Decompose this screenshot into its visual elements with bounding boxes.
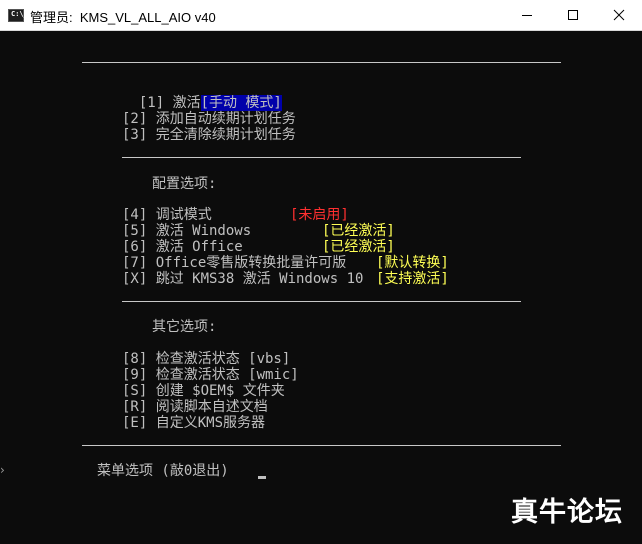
menu-item-6-status: [已经激活] [322, 239, 395, 255]
menu-item-x-status: [支持激活] [376, 271, 449, 287]
divider-2 [122, 301, 521, 302]
console-app-icon[interactable]: C:\_ [8, 9, 28, 22]
menu-item-3[interactable]: [3] 完全清除续期计划任务 [122, 127, 296, 143]
menu-item-6-label[interactable]: [6] 激活 Office [122, 239, 243, 255]
close-button[interactable] [596, 0, 642, 30]
menu-item-1-label: [1] 激活 [138, 95, 201, 111]
menu-item-2[interactable]: [2] 添加自动续期计划任务 [122, 111, 296, 127]
menu-item-9[interactable]: [9] 检查激活状态 [wmic] [122, 367, 299, 383]
menu-item-r[interactable]: [R] 阅读脚本自述文档 [122, 399, 268, 415]
divider-bottom [82, 445, 561, 446]
menu-item-1-mode-tag: [手动 模式] [200, 95, 282, 111]
minimize-button[interactable] [504, 0, 550, 30]
divider-1 [122, 157, 521, 158]
divider-top [82, 62, 561, 63]
menu-item-4-label[interactable]: [4] 调试模式 [122, 207, 212, 223]
menu-item-1[interactable]: [1] 激活[手动 模式] [122, 79, 282, 111]
menu-prompt[interactable]: 菜单选项 (敲0退出) [97, 463, 229, 479]
text-cursor [258, 476, 266, 479]
console-icon-label: C:\_ [11, 10, 28, 18]
maximize-icon [568, 10, 578, 20]
menu-item-5-status: [已经激活] [322, 223, 395, 239]
other-heading: 其它选项: [152, 319, 217, 335]
maximize-button[interactable] [550, 0, 596, 30]
menu-item-5-label[interactable]: [5] 激活 Windows [122, 223, 251, 239]
watermark-logo: 真牛论坛 [511, 497, 623, 528]
title-bar[interactable]: C:\_ 管理员: KMS_VL_ALL_AIO v40 [0, 0, 642, 31]
menu-item-s[interactable]: [S] 创建 $OEM$ 文件夹 [122, 383, 285, 399]
menu-item-7-status: [默认转换] [376, 255, 449, 271]
menu-item-7-label[interactable]: [7] Office零售版转换批量许可版 [122, 255, 346, 271]
config-heading: 配置选项: [152, 176, 217, 192]
window-title: 管理员: KMS_VL_ALL_AIO v40 [30, 10, 216, 25]
menu-item-8[interactable]: [8] 检查激活状态 [vbs] [122, 351, 290, 367]
menu-item-e[interactable]: [E] 自定义KMS服务器 [122, 415, 265, 431]
minimize-icon [522, 15, 532, 16]
menu-item-x-label[interactable]: [X] 跳过 KMS38 激活 Windows 10 [122, 271, 363, 287]
close-icon [613, 9, 625, 21]
chevron-right-icon: › [0, 463, 5, 477]
menu-item-4-status: [未启用] [290, 207, 349, 223]
